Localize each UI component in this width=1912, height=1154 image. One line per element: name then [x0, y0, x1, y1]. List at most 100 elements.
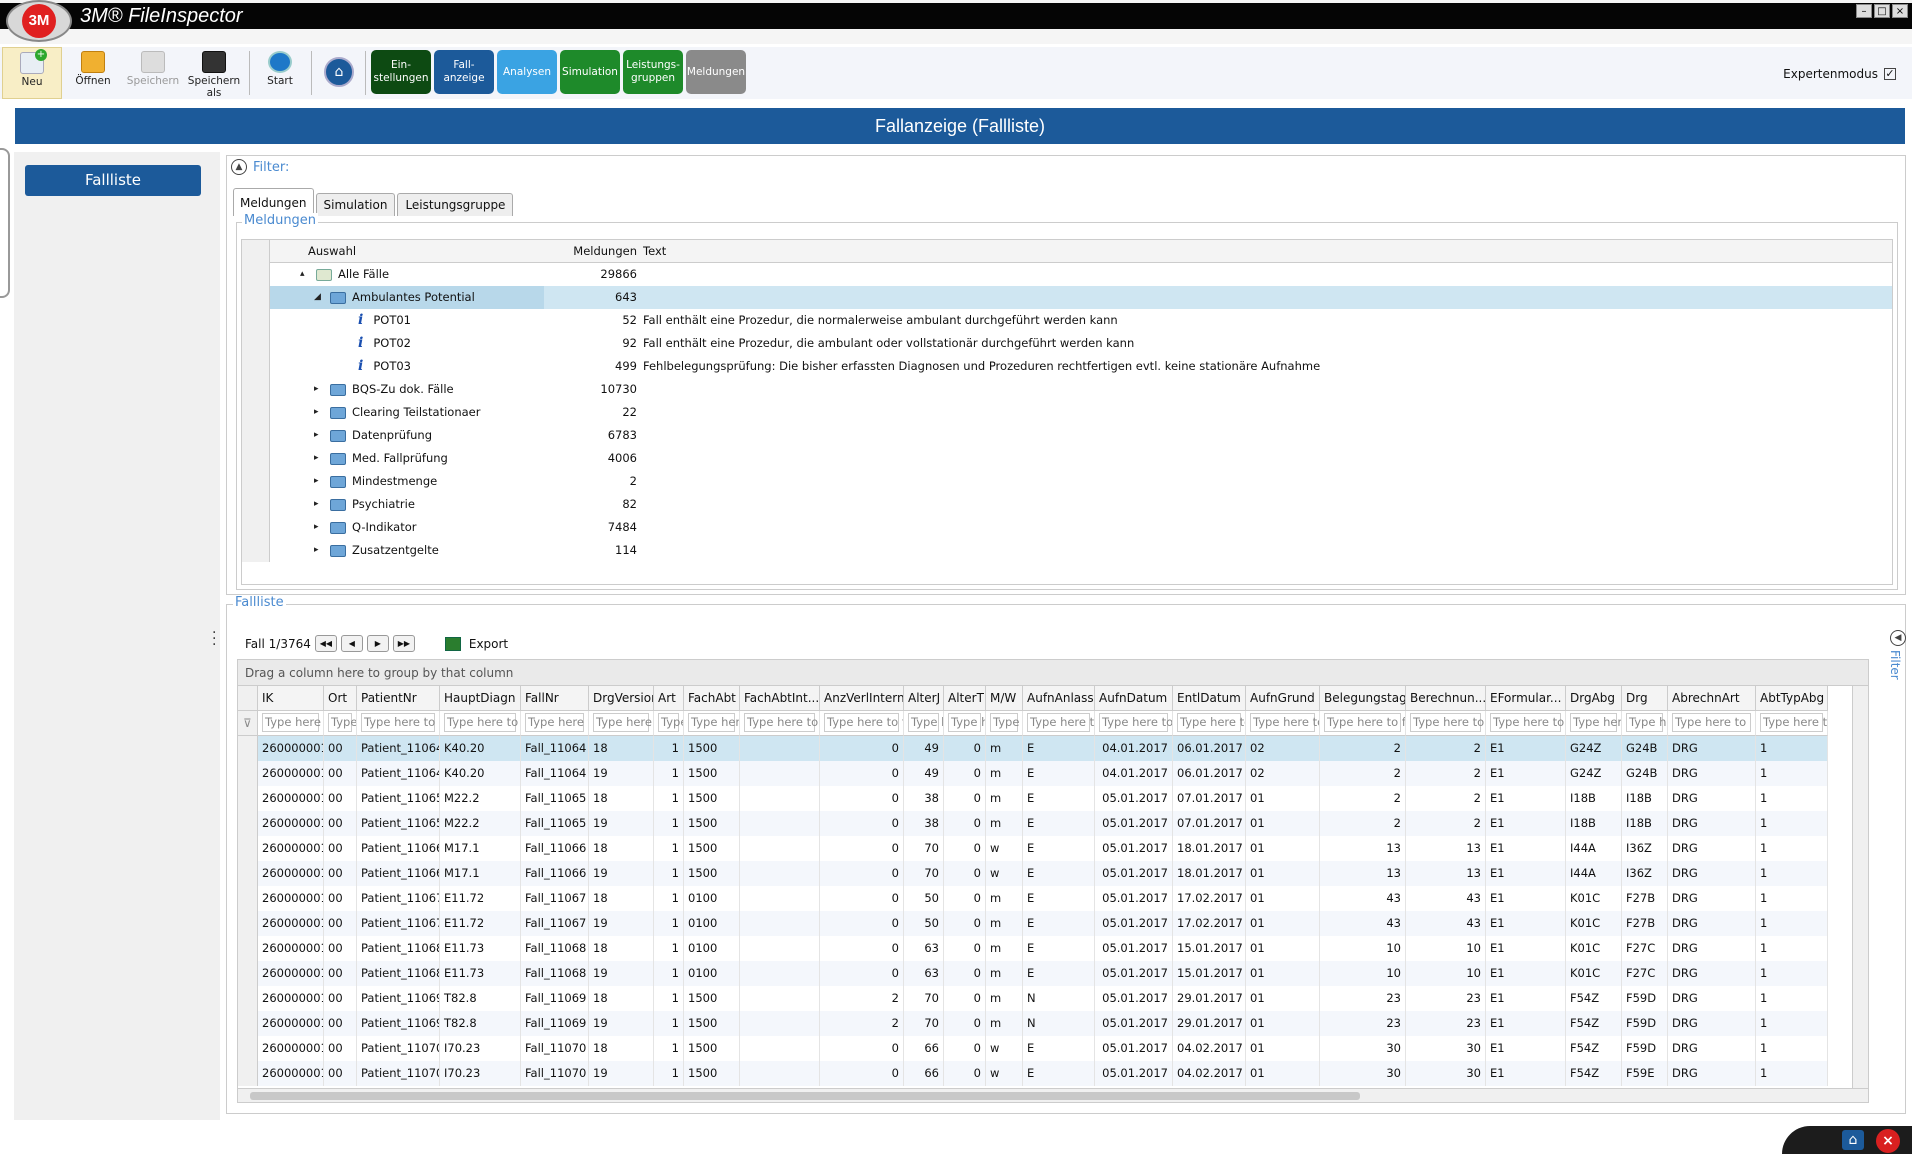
column-filter-input[interactable]: Type here to [440, 711, 521, 736]
column-filter-input[interactable]: Type [324, 711, 357, 736]
column-filter-input[interactable]: Type here to filt [1320, 711, 1406, 736]
table-row[interactable]: 260000001 00 Patient_11069 T82.8 Fall_11069 1… [238, 986, 1868, 1011]
column-filter-input[interactable]: Type he [944, 711, 986, 736]
table-row[interactable]: 260000001 00 Patient_11068 E11.73 Fall_11068… [238, 936, 1868, 961]
tree-row[interactable]: ▴ Alle Fälle 29866 [242, 263, 1892, 286]
column-header-text[interactable]: Text [643, 240, 843, 263]
table-row[interactable]: 260000001 00 Patient_11065 M22.2 Fall_11065 1… [238, 811, 1868, 836]
table-row[interactable]: 260000001 00 Patient_11067 E11.72 Fall_11067… [238, 911, 1868, 936]
column-filter-input[interactable]: Type h [1622, 711, 1668, 736]
expander-icon[interactable]: ▸ [314, 470, 319, 493]
column-header[interactable]: M/W [986, 686, 1023, 711]
expander-icon[interactable]: ▸ [314, 516, 319, 539]
start-button[interactable]: Start [252, 47, 308, 99]
column-header[interactable]: FachAbt [684, 686, 740, 711]
table-row[interactable]: 260000001 00 Patient_11069 T82.8 Fall_11069 1… [238, 1011, 1868, 1036]
column-header[interactable]: Drg [1622, 686, 1668, 711]
expertenmodus-toggle[interactable]: Expertenmodus ✓ [1783, 67, 1896, 81]
maximize-icon[interactable]: □ [1874, 4, 1890, 18]
expand-filter-icon[interactable]: ◀ [1890, 630, 1906, 646]
speichern-als-button[interactable]: Speichern als [182, 47, 246, 99]
tree-row[interactable]: ▸ Q-Indikator 7484 [242, 516, 1892, 539]
column-filter-input[interactable]: Type h [904, 711, 944, 736]
column-header[interactable]: IK [258, 686, 324, 711]
scroll-thumb[interactable] [250, 1092, 1360, 1100]
column-header[interactable]: AnzVerlIntern [820, 686, 904, 711]
column-filter-input[interactable]: Type here to [1246, 711, 1320, 736]
first-page-icon[interactable]: ◀◀ [314, 635, 337, 652]
expander-icon[interactable]: ▸ [314, 539, 319, 562]
column-filter-input[interactable]: Type here to [1023, 711, 1095, 736]
column-header[interactable]: PatientNr [357, 686, 440, 711]
column-filter-input[interactable]: Type here to [1668, 711, 1756, 736]
neu-button[interactable]: + Neu [2, 47, 62, 99]
column-filter-input[interactable]: Type here to [258, 711, 324, 736]
tree-row[interactable]: i POT01 52 Fall enthält eine Prozedur, die … [242, 309, 1892, 332]
tree-row[interactable]: i POT02 92 Fall enthält eine Prozedur, die … [242, 332, 1892, 355]
table-row[interactable]: 260000001 00 Patient_11066 M17.1 Fall_11066 1… [238, 836, 1868, 861]
tree-row[interactable]: ▸ Datenprüfung 6783 [242, 424, 1892, 447]
column-header[interactable]: AlterT [944, 686, 986, 711]
last-page-icon[interactable]: ▶▶ [392, 635, 415, 652]
column-filter-input[interactable]: Type here to [1756, 711, 1828, 736]
export-button[interactable]: Export [444, 636, 508, 651]
column-header[interactable]: AufnAnlass [1023, 686, 1095, 711]
leistungsgruppen-button[interactable]: Leistungs- gruppen [623, 50, 683, 94]
expander-icon[interactable]: ▸ [314, 447, 319, 470]
home-button[interactable]: ⌂ [316, 47, 362, 99]
column-filter-input[interactable]: Type here to [740, 711, 820, 736]
close-window-icon[interactable]: × [1892, 4, 1908, 18]
expander-icon[interactable]: ▴ [300, 263, 305, 286]
table-row[interactable]: 260000001 00 Patient_11064 K40.20 Fall_11064… [238, 761, 1868, 786]
column-header[interactable]: AufnDatum [1095, 686, 1173, 711]
column-header[interactable]: FallNr [521, 686, 589, 711]
column-header[interactable]: Art [654, 686, 684, 711]
collapse-icon[interactable]: ▲ [231, 159, 247, 175]
oeffnen-button[interactable]: Öffnen [64, 47, 122, 99]
simulation-button[interactable]: Simulation [560, 50, 620, 94]
tree-row[interactable]: i POT03 499 Fehlbelegungsprüfung: Die bishe… [242, 355, 1892, 378]
home-corner-icon[interactable]: ⌂ [1842, 1130, 1864, 1150]
column-filter-input[interactable]: Type [654, 711, 684, 736]
filter-side-panel[interactable]: ◀ Filter [1888, 630, 1908, 680]
column-header-meldungen[interactable]: Meldungen [542, 240, 637, 263]
exit-icon[interactable]: × [1876, 1129, 1900, 1153]
expander-icon[interactable]: ▸ [314, 424, 319, 447]
column-filter-input[interactable]: Type here to fi [820, 711, 904, 736]
column-filter-input[interactable]: Type here to f [357, 711, 440, 736]
tree-row[interactable]: ▸ BQS-Zu dok. Fälle 10730 [242, 378, 1892, 401]
table-row[interactable]: 260000001 00 Patient_11070 I70.23 Fall_11070… [238, 1061, 1868, 1086]
table-row[interactable]: 260000001 00 Patient_11066 M17.1 Fall_11066 1… [238, 861, 1868, 886]
tree-row[interactable]: ▸ Clearing Teilstationaer 22 [242, 401, 1892, 424]
expander-icon[interactable]: ▸ [314, 493, 319, 516]
column-filter-input[interactable]: Type here to [1406, 711, 1486, 736]
column-header[interactable]: AufnGrund [1246, 686, 1320, 711]
minimize-icon[interactable]: – [1856, 4, 1872, 18]
speichern-button[interactable]: Speichern [124, 47, 182, 99]
column-header[interactable]: AbrechnArt [1668, 686, 1756, 711]
column-header[interactable]: DrgVersion [589, 686, 654, 711]
column-filter-input[interactable]: Type here to [1486, 711, 1566, 736]
filter-funnel-icon[interactable]: ⊽ [238, 711, 258, 736]
column-filter-input[interactable]: Type here t [521, 711, 589, 736]
table-row[interactable]: 260000001 00 Patient_11068 E11.73 Fall_11068… [238, 961, 1868, 986]
left-panel-grip[interactable] [0, 148, 10, 298]
tab-meldungen[interactable]: Meldungen [233, 188, 314, 216]
splitter-handle[interactable]: · · · [212, 626, 216, 652]
table-row[interactable]: 260000001 00 Patient_11065 M22.2 Fall_11065 1… [238, 786, 1868, 811]
column-header[interactable]: HauptDiagn [440, 686, 521, 711]
analysen-button[interactable]: Analysen [497, 50, 557, 94]
column-filter-input[interactable]: Type h [986, 711, 1023, 736]
column-filter-input[interactable]: Type here to [589, 711, 654, 736]
tree-row[interactable]: ◢ Ambulantes Potential 643 [242, 286, 1892, 309]
column-header[interactable]: AlterJ [904, 686, 944, 711]
next-page-icon[interactable]: ▶ [366, 635, 389, 652]
table-row[interactable]: 260000001 00 Patient_11064 K40.20 Fall_11064… [238, 736, 1868, 761]
prev-page-icon[interactable]: ◀ [340, 635, 363, 652]
column-header[interactable]: Berechnun... [1406, 686, 1486, 711]
filter-header[interactable]: ▲ Filter: [231, 159, 289, 175]
tab-leistungsgruppe[interactable]: Leistungsgruppe [397, 193, 514, 216]
tree-row[interactable]: ▸ Mindestmenge 2 [242, 470, 1892, 493]
expander-icon[interactable]: ▸ [314, 401, 319, 424]
meldungen-button[interactable]: Meldungen [686, 50, 746, 94]
